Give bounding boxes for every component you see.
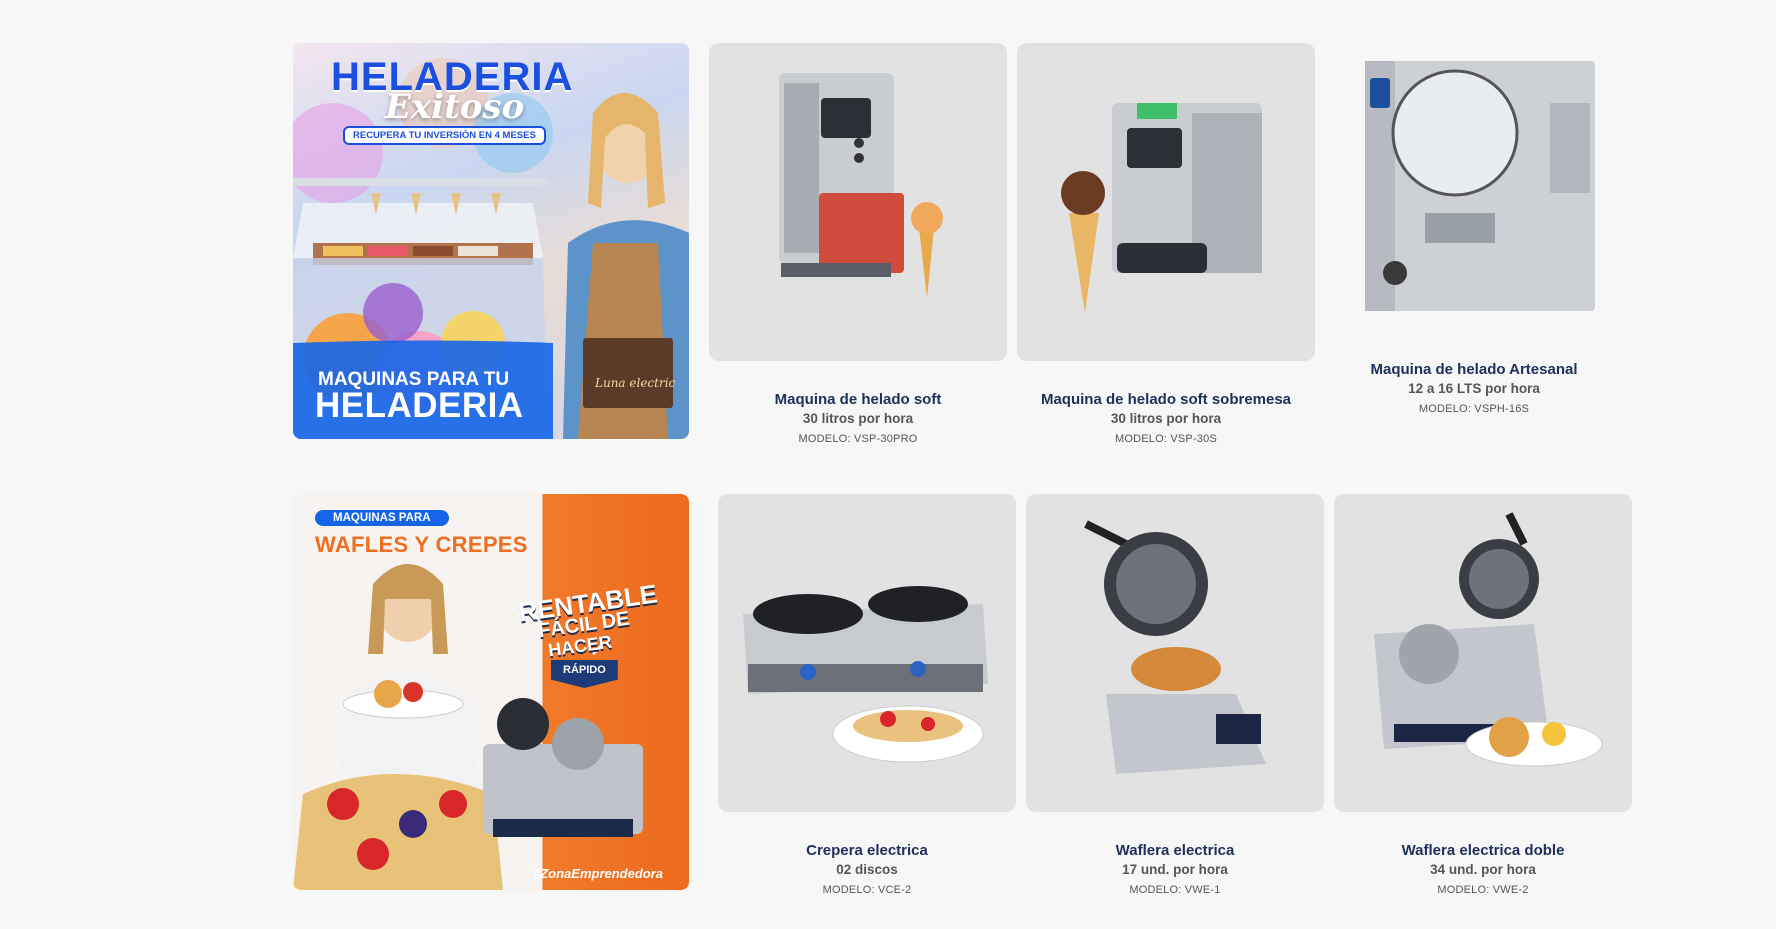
product-spec: 30 litros por hora xyxy=(1110,411,1222,426)
product-spec: 17 und. por hora xyxy=(1122,862,1228,877)
product-spec: 12 a 16 LTS por hora xyxy=(1408,381,1540,396)
product-image xyxy=(709,43,1007,361)
double-waffle-maker-image xyxy=(1374,512,1603,767)
product-card-waflera[interactable]: Waflera electrica 17 und. por hora MODEL… xyxy=(1026,494,1324,896)
product-image xyxy=(1325,43,1623,325)
product-spec: 34 und. por hora xyxy=(1430,862,1536,877)
product-model: MODELO: VSP-30PRO xyxy=(798,433,918,445)
product-model: MODELO: VSP-30S xyxy=(1114,433,1218,445)
heladeria-banner[interactable]: HELADERIA Exitoso RECUPERA TU INVERSIÓN … xyxy=(293,43,689,439)
waffle-maker-image xyxy=(1084,520,1266,774)
artisan-ice-cream-machine-image xyxy=(1365,61,1595,311)
product-name[interactable]: Crepera electrica xyxy=(718,842,1016,859)
product-card-waflera-doble[interactable]: Waflera electrica doble 34 und. por hora… xyxy=(1334,494,1632,896)
product-card-soft-sobremesa[interactable]: Maquina de helado soft sobremesa 30 litr… xyxy=(1017,43,1315,445)
product-spec: 30 litros por hora xyxy=(802,411,914,426)
product-name[interactable]: Waflera electrica doble xyxy=(1334,842,1632,859)
product-name[interactable]: Waflera electrica xyxy=(1026,842,1324,859)
wafles-banner[interactable]: MAQUINAS PARA WAFLES Y CREPES RENTABLE F… xyxy=(293,494,689,890)
crepe-maker-image xyxy=(743,586,988,763)
product-name[interactable]: Maquina de helado Artesanal xyxy=(1325,361,1623,378)
product-card-soft[interactable]: Maquina de helado soft 30 litros por hor… xyxy=(709,43,1007,445)
bag-label: Luna electric xyxy=(595,376,676,390)
product-card-crepera[interactable]: Crepera electrica 02 discos MODELO: VCE-… xyxy=(718,494,1016,896)
soft-serve-machine-image xyxy=(779,73,943,298)
heladeria-script-title: Exitoso xyxy=(385,87,525,127)
product-image xyxy=(718,494,1016,812)
product-name[interactable]: Maquina de helado soft sobremesa xyxy=(1017,391,1315,408)
product-spec: 02 discos xyxy=(836,862,898,877)
countertop-soft-serve-image xyxy=(1061,103,1262,313)
product-model: MODELO: VWE-2 xyxy=(1437,884,1529,896)
product-image xyxy=(1026,494,1324,812)
wafles-pill: MAQUINAS PARA xyxy=(315,510,449,526)
product-model: MODELO: VSPH-16S xyxy=(1418,403,1530,415)
heladeria-footer-line2: HELADERIA xyxy=(315,386,524,425)
product-image xyxy=(1017,43,1315,361)
product-image xyxy=(1334,494,1632,812)
product-card-artesanal[interactable]: Maquina de helado Artesanal 12 a 16 LTS … xyxy=(1325,43,1623,415)
product-name[interactable]: Maquina de helado soft xyxy=(709,391,1007,408)
product-model: MODELO: VWE-1 xyxy=(1129,884,1221,896)
wafles-title: WAFLES Y CREPES xyxy=(315,532,528,557)
wafles-hashtag: #ZonaEmprendedora xyxy=(533,866,664,881)
product-model: MODELO: VCE-2 xyxy=(822,884,912,896)
heladeria-tagline: RECUPERA TU INVERSIÓN EN 4 MESES xyxy=(343,126,546,145)
